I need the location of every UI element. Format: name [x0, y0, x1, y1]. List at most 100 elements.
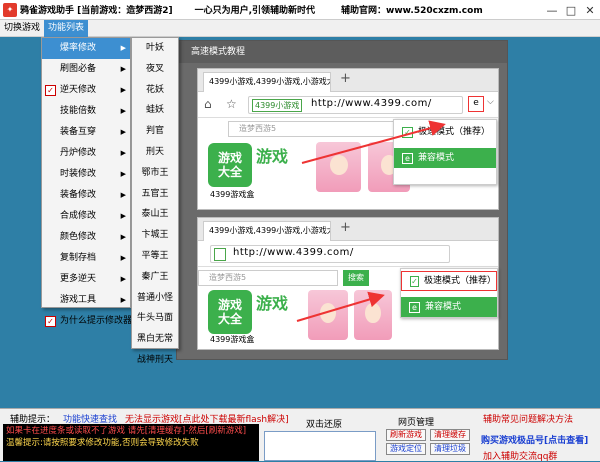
chevron-right-icon: ▶: [120, 254, 126, 262]
maximize-button[interactable]: □: [561, 0, 581, 20]
submenu-item[interactable]: 泰山王: [132, 204, 178, 225]
menu-item-god-mode[interactable]: ✓ 逆天修改 ▶: [42, 80, 130, 101]
chevron-right-icon: ▶: [120, 128, 126, 136]
game-word: 游戏: [256, 294, 289, 313]
menu-item-tools[interactable]: 游戏工具 ▶: [42, 290, 130, 311]
minimize-button[interactable]: —: [542, 0, 562, 20]
tutorial-screenshot-2: 4399小游戏,4399小游戏,小游戏大全 + http://www.4399.…: [197, 217, 499, 350]
menu-switch-game[interactable]: 切换游戏: [0, 20, 44, 37]
submenu-item[interactable]: 卞城王: [132, 225, 178, 246]
tutorial-screenshot-1: 4399小游戏,4399小游戏,小游戏大全 + ⌂ ☆ 4399小游戏 http…: [197, 68, 499, 210]
status-log: 如果卡在进度条或读取不了游戏 请先[清理缓存]-然后[刷新游戏] 温馨提示:请按…: [3, 424, 259, 461]
chevron-down-icon: ⌵: [487, 97, 494, 107]
join-qq-group-link[interactable]: 加入辅助交流qq群: [483, 449, 557, 462]
menu-feature-list[interactable]: 功能列表: [44, 19, 89, 37]
fast-mode-option: ✓ 极速模式（推荐）: [401, 271, 497, 291]
url-text: http://www.4399.com/: [311, 98, 432, 109]
status-line: 温馨提示:请按照要求修改功能,否则会导致修改失败: [6, 438, 199, 448]
game-box-label: 4399游戏盒: [210, 190, 255, 199]
feature-menu: 爆率修改 ▶ 刷图必备 ▶ ✓ 逆天修改 ▶ 技能倍数 ▶ 装备互穿 ▶ 丹炉修改 ▶ 时装修…: [41, 37, 132, 327]
title-slogan: 一心只为用户,引领辅助新时代: [194, 6, 316, 16]
app-logo-icon: ✦: [3, 2, 17, 17]
restore-box[interactable]: [264, 431, 376, 461]
submenu-item[interactable]: 牛头马面: [132, 308, 178, 329]
submenu-item[interactable]: 黑白无常: [132, 329, 178, 350]
official-site: 辅助官网：www.520cxzm.com: [341, 6, 483, 16]
submenu-item[interactable]: 平等王: [132, 246, 178, 267]
chevron-right-icon: ▶: [120, 86, 126, 94]
submenu-item[interactable]: 叶妖: [132, 38, 178, 59]
site-badge-icon: [214, 248, 226, 261]
submenu-item[interactable]: 刑天: [132, 142, 178, 163]
url-text: http://www.4399.com/: [233, 247, 354, 258]
chevron-right-icon: ▶: [120, 191, 126, 199]
menu-item-synthesis[interactable]: 合成修改 ▶: [42, 206, 130, 227]
site-badge: 4399小游戏: [252, 99, 303, 112]
menu-item-equip-cross[interactable]: 装备互穿 ▶: [42, 122, 130, 143]
submenu-item[interactable]: 鄂市王: [132, 163, 178, 184]
close-button[interactable]: ✕: [580, 0, 600, 20]
chevron-right-icon: ▶: [120, 44, 126, 52]
browser-mode-dropdown: ✓ 极速模式（推荐） e 兼容模式: [393, 119, 497, 185]
menu-item-equipment[interactable]: 装备修改 ▶: [42, 185, 130, 206]
chevron-right-icon: ▶: [120, 149, 126, 157]
tutorial-panel: 高速模式教程 4399小游戏,4399小游戏,小游戏大全 + ⌂ ☆ 4399小…: [176, 40, 508, 360]
compat-mode-option: e 兼容模式: [394, 148, 496, 168]
address-row: http://www.4399.com/: [198, 241, 498, 267]
chevron-right-icon: ▶: [120, 233, 126, 241]
check-icon: ✓: [410, 275, 419, 287]
faq-link[interactable]: 辅助常见问题解决方法: [483, 412, 573, 425]
chevron-right-icon: ▶: [120, 170, 126, 178]
submenu-item[interactable]: 夜叉: [132, 59, 178, 80]
e-icon: e: [402, 152, 413, 164]
ie-mode-icon: e: [468, 96, 484, 112]
search-button: 搜索: [343, 270, 369, 286]
submenu-item[interactable]: 五官王: [132, 184, 178, 205]
submenu-item[interactable]: 秦广王: [132, 267, 178, 288]
game-box-logo: 游戏 大全: [208, 290, 252, 334]
game-word: 游戏: [256, 147, 289, 166]
clean-junk-button[interactable]: 清理垃圾: [430, 443, 470, 455]
url-box: http://www.4399.com/: [210, 245, 450, 263]
menu-item-drop-rate[interactable]: 爆率修改 ▶: [42, 38, 130, 59]
menu-item-why-prompt[interactable]: ✓ 为什么提示修改器: [42, 311, 132, 332]
submenu-item[interactable]: 判官: [132, 121, 178, 142]
web-manage-label: 网页管理: [398, 418, 435, 428]
e-icon: e: [409, 301, 420, 313]
title-bar: ✦ 鸦雀游戏助手 [当前游戏：造梦西游2] 一心只为用户,引领辅助新时代 辅助官…: [0, 0, 600, 20]
menu-item-copy-save[interactable]: 复制存档 ▶: [42, 248, 130, 269]
search-input: 造梦西游5: [198, 270, 338, 286]
buy-account-link[interactable]: 购买游戏极品号[点击查看]: [481, 433, 588, 446]
status-line: 如果卡在进度条或读取不了游戏 请先[清理缓存]-然后[刷新游戏]: [6, 426, 247, 436]
drop-rate-submenu: 叶妖 夜叉 花妖 蛙妖 判官 刑天 鄂市王 五官王 泰山王 卞城王 平等王 秦广…: [131, 37, 179, 365]
menu-item-more[interactable]: 更多逆天 ▶: [42, 269, 130, 290]
game-box-label: 4399游戏盒: [210, 335, 255, 344]
double-click-restore-label: 双击还原: [306, 420, 343, 430]
star-icon: ☆: [226, 97, 237, 111]
submenu-item[interactable]: 普通小怪: [132, 288, 178, 309]
submenu-item[interactable]: 花妖: [132, 80, 178, 101]
checkbox-icon: ✓: [45, 316, 56, 327]
menu-bar: 切换游戏 功能列表: [0, 19, 600, 37]
menu-item-fashion[interactable]: 时装修改 ▶: [42, 164, 130, 185]
locate-game-button[interactable]: 游戏定位: [386, 443, 426, 455]
submenu-item[interactable]: 蛙妖: [132, 100, 178, 121]
bottom-panel: 辅助提示： 功能快速查找 无法显示游戏[点此处下载最新flash解决] 如果卡在…: [0, 408, 600, 462]
menu-item-color[interactable]: 颜色修改 ▶: [42, 227, 130, 248]
submenu-item[interactable]: 战神刑天: [132, 350, 178, 371]
clear-cache-button[interactable]: 清理缓存: [430, 429, 470, 441]
anime-character-image: [308, 290, 348, 340]
anime-character-image: [354, 290, 392, 340]
menu-item-furnace[interactable]: 丹炉修改 ▶: [42, 143, 130, 164]
browser-tab: 4399小游戏,4399小游戏,小游戏大全: [203, 72, 331, 92]
menu-item-skill-multiplier[interactable]: 技能倍数 ▶: [42, 101, 130, 122]
browser-tabbar: 4399小游戏,4399小游戏,小游戏大全 +: [198, 218, 498, 241]
compat-mode-option: e 兼容模式: [401, 297, 497, 317]
chevron-right-icon: ▶: [120, 107, 126, 115]
address-row: ⌂ ☆ 4399小游戏 http://www.4399.com/ e ⌵: [198, 92, 498, 118]
tutorial-title: 高速模式教程: [177, 41, 507, 63]
refresh-game-button[interactable]: 刷新游戏: [386, 429, 426, 441]
menu-item-farming[interactable]: 刷图必备 ▶: [42, 59, 130, 80]
browser-tabbar: 4399小游戏,4399小游戏,小游戏大全 +: [198, 69, 498, 92]
home-icon: ⌂: [204, 97, 212, 111]
